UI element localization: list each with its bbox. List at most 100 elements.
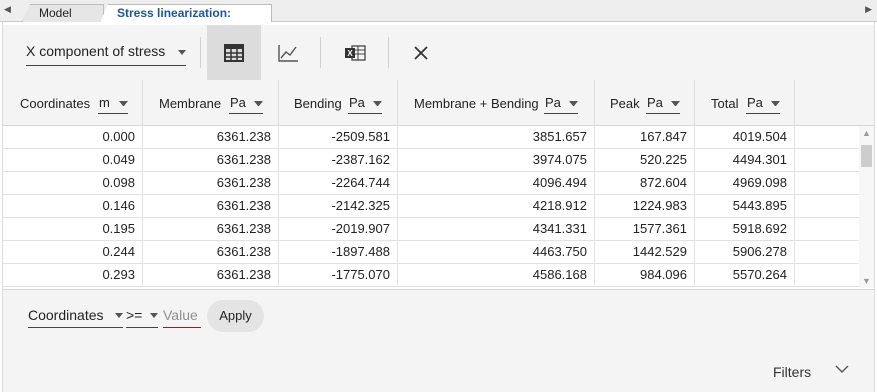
table-cell: -2509.581 — [279, 126, 398, 149]
table-cell-empty — [795, 172, 859, 195]
column-label: Coordinates — [20, 96, 91, 111]
table-cell: 1224.983 — [595, 195, 695, 218]
table-cell: 4494.301 — [695, 149, 795, 172]
chevron-down-icon — [569, 101, 578, 106]
unit-value: m — [99, 95, 110, 110]
chevron-down-icon — [373, 101, 382, 106]
table-cell: 6361.238 — [143, 264, 279, 287]
table-cell: 6361.238 — [143, 172, 279, 195]
svg-text:X: X — [347, 49, 353, 58]
table-cell-empty — [795, 218, 859, 241]
chevron-down-icon — [671, 101, 680, 106]
table-row[interactable]: 0.146 6361.238 -2142.325 4218.912 1224.983 54… — [3, 195, 859, 218]
tab-strip: ◀ Model view Stress linearization: Solid… — [0, 0, 877, 23]
table-cell: 4586.168 — [398, 264, 595, 287]
chevron-down-icon — [115, 313, 123, 318]
stress-component-dropdown[interactable]: X component of stress — [26, 42, 186, 66]
close-icon — [414, 45, 428, 60]
table-cell: 0.244 — [3, 241, 143, 264]
scrollbar-thumb[interactable] — [861, 145, 872, 167]
table-cell: 6361.238 — [143, 218, 279, 241]
filter-panel: Coordinates >= Value Apply Filters — [3, 289, 874, 392]
table-icon — [224, 43, 244, 62]
unit-dropdown[interactable]: Pa — [646, 94, 680, 114]
table-cell: 4218.912 — [398, 195, 595, 218]
chevron-down-icon — [119, 101, 128, 106]
scroll-up-icon[interactable]: ▲ — [862, 128, 871, 138]
table-cell: 3974.075 — [398, 149, 595, 172]
table-cell: 4341.331 — [398, 218, 595, 241]
unit-value: Pa — [230, 95, 246, 110]
tab-model-view[interactable]: Model view — [22, 4, 104, 22]
table-view-button[interactable] — [207, 25, 261, 80]
table-row[interactable]: 0.244 6361.238 -1897.488 4463.750 1442.529 59… — [3, 241, 859, 264]
chart-view-button[interactable] — [261, 25, 315, 80]
filter-operator-dropdown[interactable]: >= — [126, 306, 158, 328]
export-excel-button[interactable]: X — [328, 25, 382, 80]
table-cell: 984.096 — [595, 264, 695, 287]
column-label: Membrane — [159, 96, 222, 111]
table-cell: 520.225 — [595, 149, 695, 172]
column-header-coordinates: Coordinates m — [3, 80, 143, 126]
filter-operator-value: >= — [126, 307, 143, 323]
chevron-down-icon[interactable] — [835, 364, 849, 374]
chevron-down-icon — [178, 50, 186, 55]
close-button[interactable] — [394, 25, 448, 80]
vertical-scrollbar[interactable]: ▲ ▼ — [859, 126, 874, 288]
table-header: Coordinates m Membrane Pa Bending Pa Mem… — [3, 80, 874, 126]
table-cell: 4019.504 — [695, 126, 795, 149]
toolbar-divider — [320, 37, 321, 68]
column-header-membrane-bending: Membrane + Bending Pa — [398, 80, 595, 126]
table-cell: 5906.278 — [695, 241, 795, 264]
chevron-down-icon — [771, 101, 780, 106]
table-cell-empty — [795, 264, 859, 287]
table-row[interactable]: 0.000 6361.238 -2509.581 3851.657 167.847 401… — [3, 126, 859, 149]
chevron-down-icon — [254, 101, 263, 106]
column-header-peak: Peak Pa — [595, 80, 695, 126]
scroll-down-icon[interactable]: ▼ — [862, 276, 871, 286]
column-label: Peak — [610, 96, 640, 111]
table-cell: 167.847 — [595, 126, 695, 149]
stress-linearization-panel: X component of stress X Coordinates m Me… — [2, 22, 875, 392]
table-cell-empty — [795, 241, 859, 264]
unit-value: Pa — [747, 95, 763, 110]
chart-icon — [278, 44, 298, 62]
toolbar-divider — [388, 37, 389, 68]
table-cell-empty — [795, 126, 859, 149]
table-cell: -2387.162 — [279, 149, 398, 172]
toolbar-divider — [200, 37, 201, 68]
tab-scroll-left-icon[interactable]: ◀ — [4, 4, 11, 15]
apply-button[interactable]: Apply — [207, 300, 264, 332]
unit-dropdown[interactable]: Pa — [229, 94, 263, 114]
filter-value-input[interactable]: Value — [163, 306, 201, 328]
table-cell: -1897.488 — [279, 241, 398, 264]
tab-scroll-right-icon[interactable]: ▶ — [865, 4, 872, 15]
unit-dropdown[interactable]: m — [98, 94, 128, 114]
table-row[interactable]: 0.293 6361.238 -1775.070 4586.168 984.096 557… — [3, 264, 859, 287]
filter-value-placeholder: Value — [163, 307, 198, 323]
table-cell: -2264.744 — [279, 172, 398, 195]
unit-value: Pa — [647, 95, 663, 110]
table-row[interactable]: 0.195 6361.238 -2019.907 4341.331 1577.361 59… — [3, 218, 859, 241]
unit-dropdown[interactable]: Pa — [348, 94, 382, 114]
filters-toggle-label[interactable]: Filters — [773, 364, 811, 380]
table-body: 0.000 6361.238 -2509.581 3851.657 167.847 401… — [3, 126, 859, 288]
table-cell: 4463.750 — [398, 241, 595, 264]
unit-dropdown[interactable]: Pa — [544, 94, 578, 114]
column-header-bending: Bending Pa — [279, 80, 398, 126]
table-cell: 0.146 — [3, 195, 143, 218]
apply-button-label: Apply — [219, 308, 252, 323]
table-cell: 0.195 — [3, 218, 143, 241]
table-cell: 6361.238 — [143, 241, 279, 264]
filter-field-dropdown[interactable]: Coordinates — [28, 306, 123, 328]
table-row[interactable]: 0.098 6361.238 -2264.744 4096.494 872.604 496… — [3, 172, 859, 195]
table-cell-empty — [795, 149, 859, 172]
unit-dropdown[interactable]: Pa — [746, 94, 780, 114]
table-cell: -1775.070 — [279, 264, 398, 287]
table-cell: 1577.361 — [595, 218, 695, 241]
table-cell-empty — [795, 195, 859, 218]
table-cell: 5570.264 — [695, 264, 795, 287]
tab-stress-linearization[interactable]: Stress linearization: Solid 3D — [100, 4, 272, 23]
table-cell: 4096.494 — [398, 172, 595, 195]
table-row[interactable]: 0.049 6361.238 -2387.162 3974.075 520.225 449… — [3, 149, 859, 172]
